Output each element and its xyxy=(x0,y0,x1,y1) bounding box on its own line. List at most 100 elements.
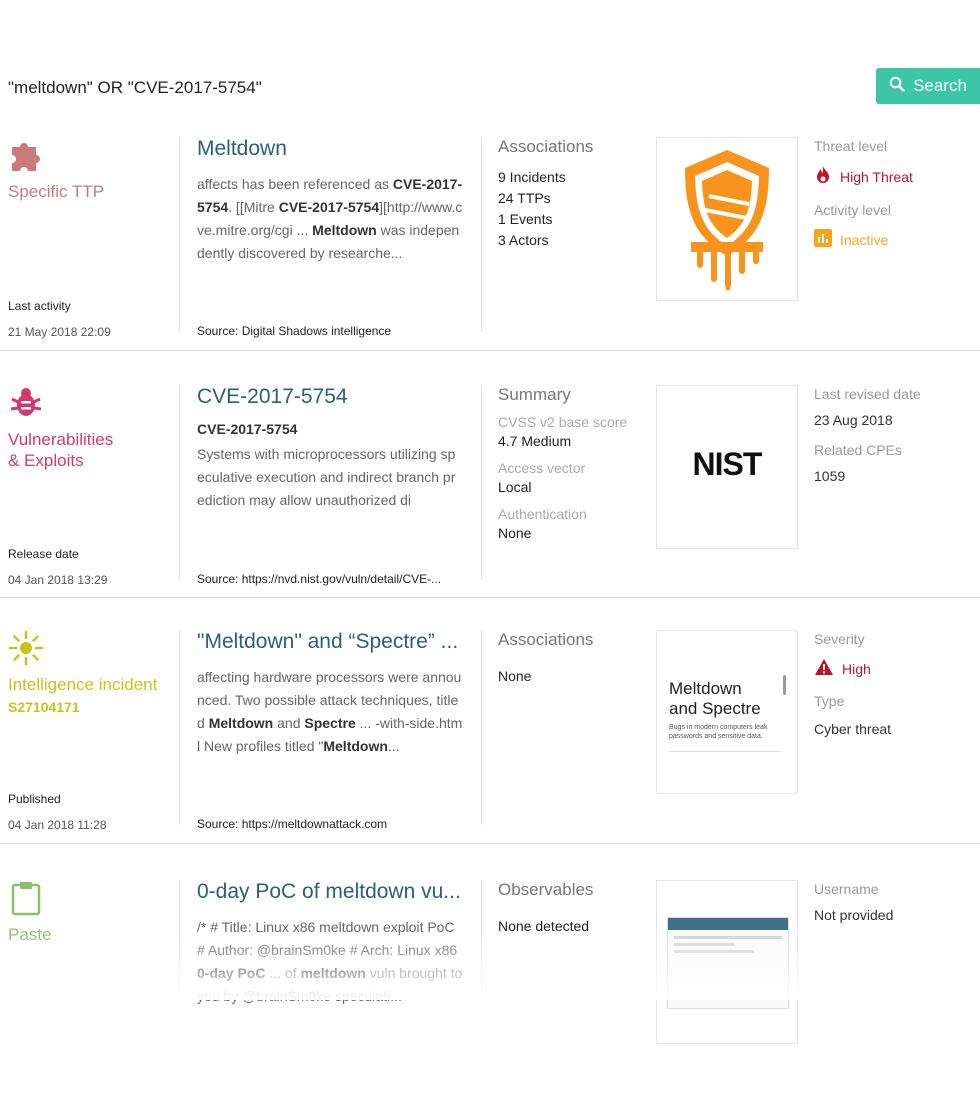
associations-column: Associations None xyxy=(498,630,648,860)
thumb-title: Meltdown and Spectre xyxy=(669,679,761,718)
username-label: Username xyxy=(814,881,879,897)
result-card-ttp[interactable]: Specific TTP Last activity 21 May 2018 2… xyxy=(0,137,980,367)
date-value: 21 May 2018 22:09 xyxy=(8,325,111,339)
result-title[interactable]: 0-day PoC of meltdown vu... xyxy=(197,880,467,904)
result-title[interactable]: "Meltdown" and “Spectre” ... xyxy=(197,630,467,654)
result-title[interactable]: Meltdown xyxy=(197,137,467,161)
summary-value: 4.7 Medium xyxy=(498,433,572,449)
divider xyxy=(179,880,180,1000)
section-title: Associations xyxy=(498,630,594,649)
result-type-label: Intelligence incident S27104171 xyxy=(8,674,157,718)
threat-column: Threat level High Threat Activity level … xyxy=(814,137,980,367)
flame-icon xyxy=(814,165,832,189)
date-label: Release date xyxy=(8,547,79,561)
divider xyxy=(179,137,180,332)
thumb-divider xyxy=(669,751,781,752)
result-content-column: "Meltdown" and “Spectre” ... affecting h… xyxy=(197,630,467,860)
result-source: Source: https://nvd.nist.gov/vuln/detail… xyxy=(197,572,442,586)
details-column: Last revised date 23 Aug 2018 Related CP… xyxy=(814,385,980,615)
card-separator xyxy=(0,843,980,844)
result-source: Source: Digital Shadows intelligence xyxy=(197,324,392,338)
search-button-label: Search xyxy=(913,76,967,95)
nist-logo-thumbnail: NIST xyxy=(656,385,798,549)
result-snippet: /* # Title: Linux x86 meltdown exploit P… xyxy=(197,919,463,1004)
card-separator xyxy=(0,350,980,351)
thumb-scrollbar xyxy=(783,675,786,695)
result-type-column: Paste xyxy=(8,880,178,1110)
search-bar: "meltdown" OR "CVE-2017-5754" Search xyxy=(0,62,980,110)
related-cpes-label: Related CPEs xyxy=(814,442,902,458)
last-revised-label: Last revised date xyxy=(814,386,921,402)
result-type-column: Specific TTP Last activity 21 May 2018 2… xyxy=(8,137,178,367)
paste-screenshot-thumbnail xyxy=(656,880,798,1044)
related-cpes-value: 1059 xyxy=(814,468,846,484)
result-type-column: Intelligence incident S27104171 Publishe… xyxy=(8,630,178,860)
thumb-subtitle: Bugs in modern computers leak passwords … xyxy=(669,724,768,740)
thumb-line xyxy=(674,936,782,939)
divider xyxy=(481,385,482,580)
result-snippet: Systems with microprocessors utilizing s… xyxy=(197,446,456,508)
activity-level-label: Activity level xyxy=(814,202,892,218)
threat-level-label: Threat level xyxy=(814,138,888,154)
card-separator xyxy=(0,597,980,598)
divider xyxy=(179,630,180,825)
divider xyxy=(481,630,482,825)
activity-level-value: Inactive xyxy=(814,229,980,251)
thumb-header-bar xyxy=(668,918,788,930)
result-type-label: Vulnerabilities & Exploits xyxy=(8,430,114,470)
last-revised-value: 23 Aug 2018 xyxy=(814,412,893,428)
summary-label: CVSS v2 base score xyxy=(498,414,628,430)
section-title: Associations xyxy=(498,137,594,156)
clipboard-icon xyxy=(8,880,48,920)
result-type-label: Specific TTP xyxy=(8,182,105,201)
association-item[interactable]: 3 Actors xyxy=(498,230,648,251)
result-card-vulnerability[interactable]: Vulnerabilities & Exploits Release date … xyxy=(0,385,980,615)
divider xyxy=(481,137,482,332)
sun-icon xyxy=(8,630,48,670)
observables-column: Observables None detected xyxy=(498,880,648,1110)
result-snippet: affects has been referenced as CVE-2017-… xyxy=(197,176,463,261)
result-card-paste[interactable]: Paste 0-day PoC of meltdown vu... /* # T… xyxy=(0,880,980,1110)
nist-logo: NIST xyxy=(692,446,763,482)
bug-icon xyxy=(8,385,48,425)
divider xyxy=(481,880,482,1000)
association-item[interactable]: 1 Events xyxy=(498,209,648,230)
date-label: Last activity xyxy=(8,299,71,313)
thumb-line xyxy=(674,950,754,953)
section-title: Summary xyxy=(498,385,571,404)
search-input[interactable]: "meltdown" OR "CVE-2017-5754" xyxy=(8,78,262,98)
result-content-column: Meltdown affects has been referenced as … xyxy=(197,137,467,367)
result-source: Source: https://meltdownattack.com xyxy=(197,817,388,831)
result-card-incident[interactable]: Intelligence incident S27104171 Publishe… xyxy=(0,630,980,860)
association-item[interactable]: 9 Incidents xyxy=(498,167,648,188)
search-icon xyxy=(889,76,905,97)
summary-value: None xyxy=(498,525,532,541)
section-title: Observables xyxy=(498,880,594,899)
result-content-column: 0-day PoC of meltdown vu... /* # Title: … xyxy=(197,880,467,1110)
date-value: 04 Jan 2018 11:28 xyxy=(8,818,107,832)
result-title[interactable]: CVE-2017-5754 xyxy=(197,385,467,409)
meltdown-spectre-thumbnail: Meltdown and Spectre Bugs in modern comp… xyxy=(656,630,798,794)
meltdown-logo-icon xyxy=(685,150,769,291)
severity-value: High xyxy=(814,658,980,680)
association-item[interactable]: 24 TTPs xyxy=(498,188,648,209)
result-content-column: CVE-2017-5754 CVE-2017-5754 Systems with… xyxy=(197,385,467,615)
date-value: 04 Jan 2018 13:29 xyxy=(8,573,108,587)
username-value: Not provided xyxy=(814,907,894,923)
severity-label: Severity xyxy=(814,631,865,647)
meltdown-logo-thumbnail xyxy=(656,137,798,301)
type-label: Type xyxy=(814,693,845,709)
association-item: None xyxy=(498,668,532,684)
search-button[interactable]: Search xyxy=(876,68,980,104)
thumb-screen xyxy=(667,917,789,1009)
details-column: Severity High Type Cyber threat xyxy=(814,630,980,860)
bar-chart-icon xyxy=(814,229,832,251)
result-type-column: Vulnerabilities & Exploits Release date … xyxy=(8,385,178,615)
details-column: Username Not provided xyxy=(814,880,980,1110)
result-type-label: Paste xyxy=(8,925,52,944)
summary-label: Access vector xyxy=(498,460,586,476)
result-snippet: affecting hardware processors were annou… xyxy=(197,669,463,754)
summary-label: Authentication xyxy=(498,506,587,522)
incident-id: S27104171 xyxy=(8,699,80,715)
observables-value: None detected xyxy=(498,918,590,934)
